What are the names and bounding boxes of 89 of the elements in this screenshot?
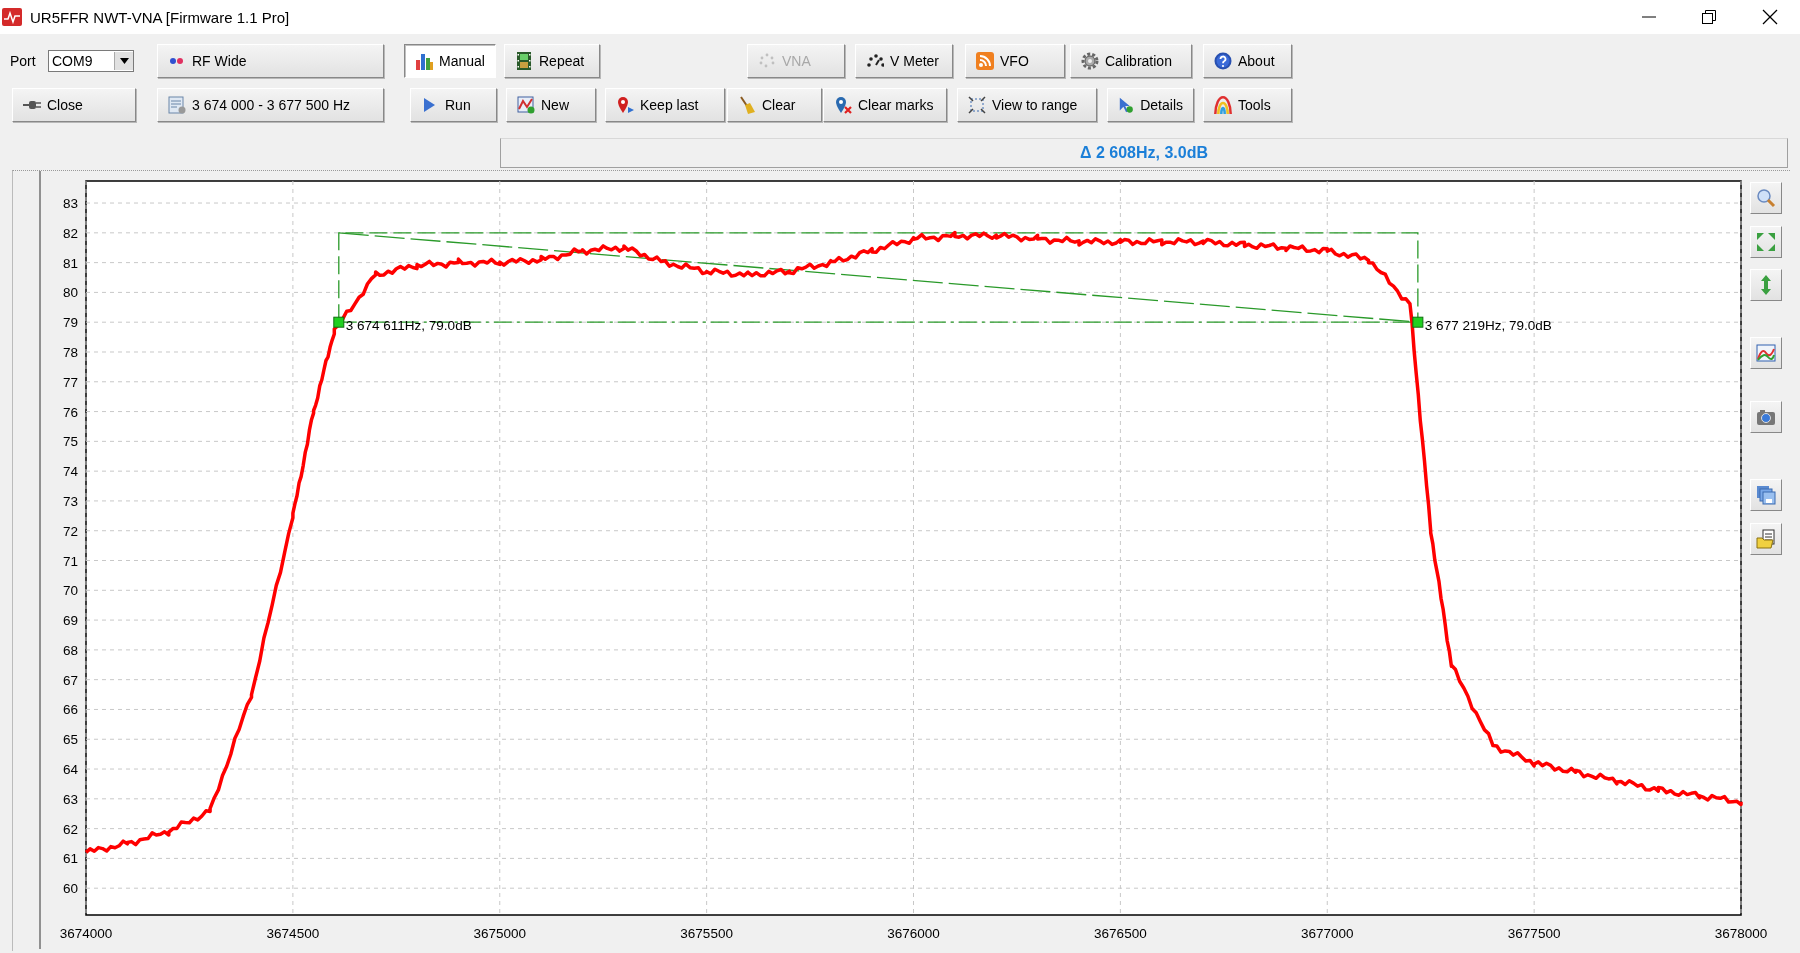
toolbar-button[interactable]: Manual: [404, 44, 496, 78]
x-tick-label: 3676000: [887, 926, 940, 941]
y-tick-label: 81: [62, 255, 78, 271]
marker-square[interactable]: [1412, 316, 1424, 328]
port-dropdown[interactable]: COM9: [48, 50, 134, 72]
y-tick-label: 68: [62, 642, 78, 658]
y-tick-label: 82: [62, 225, 78, 241]
side-tool-button[interactable]: [1750, 337, 1782, 369]
broom-icon: [738, 96, 756, 114]
y-tick-label: 75: [62, 434, 78, 450]
toolbar-button[interactable]: Repeat: [504, 44, 600, 78]
toolbar-button[interactable]: About: [1203, 44, 1292, 78]
x-tick-label: 3676500: [1094, 926, 1147, 941]
camera-icon: [1756, 407, 1776, 427]
toolbar-button[interactable]: Close: [12, 88, 136, 122]
copies-icon: [1756, 485, 1776, 505]
chart-icon: [517, 96, 535, 114]
toolbar-button[interactable]: New: [506, 88, 596, 122]
y-tick-label: 79: [62, 315, 78, 331]
x-tick-label: 3675000: [473, 926, 527, 941]
y-tick-label: 76: [62, 404, 78, 420]
x-tick-label: 3675500: [680, 926, 733, 941]
x-tick-label: 3677500: [1507, 926, 1561, 941]
gauge-icon: [866, 52, 884, 70]
caret-icon: [119, 58, 129, 64]
y-tick-label: 66: [62, 702, 78, 718]
y-tick-label: 69: [62, 613, 78, 629]
film-icon: [515, 52, 533, 70]
y-tick-label: 72: [62, 523, 78, 539]
dotted-circle-icon: [758, 52, 776, 70]
toolbar-button[interactable]: VFO: [965, 44, 1065, 78]
folder-document-icon: [1756, 529, 1776, 549]
close-icon[interactable]: [1762, 9, 1778, 25]
x-tick-label: 3677000: [1300, 926, 1354, 941]
side-tool-button[interactable]: [1750, 226, 1782, 258]
y-tick-label: 61: [62, 851, 78, 867]
side-tool-button[interactable]: [1750, 269, 1782, 301]
x-tick-label: 3674000: [59, 926, 113, 941]
y-tick-label: 62: [62, 821, 78, 837]
toolbar-button[interactable]: Details: [1107, 88, 1194, 122]
toolbar-button[interactable]: 3 674 000 - 3 677 500 Hz: [157, 88, 384, 122]
restore-icon[interactable]: [1702, 10, 1716, 24]
x-tick-label: 3678000: [1714, 926, 1768, 941]
port-label: Port: [10, 53, 37, 69]
y-tick-label: 70: [62, 583, 78, 599]
y-tick-label: 60: [62, 881, 78, 897]
y-tick-label: 67: [62, 672, 78, 688]
toolbar-button[interactable]: Calibration: [1070, 44, 1192, 78]
toolbar-button[interactable]: Clear marks: [823, 88, 947, 122]
y-tick-label: 83: [62, 196, 78, 212]
y-tick-label: 64: [62, 762, 78, 778]
y-tick-label: 74: [62, 464, 78, 480]
toolbar-button[interactable]: RF Wide: [157, 44, 384, 78]
zoom-icon: [1756, 188, 1776, 208]
y-tick-label: 63: [62, 791, 78, 807]
y-tick-label: 71: [62, 553, 78, 569]
map-pin-icon: [616, 96, 634, 114]
toolbar-button[interactable]: V Meter: [855, 44, 953, 78]
y-tick-label: 77: [62, 374, 78, 390]
side-tool-button[interactable]: [1750, 479, 1782, 511]
gear-icon: [1081, 52, 1099, 70]
toolbar-button[interactable]: View to range: [957, 88, 1097, 122]
expand-arrows-icon: [1756, 232, 1776, 252]
y-tick-label: 80: [62, 285, 78, 301]
marker-label: 3 674 611Hz, 79.0dB: [345, 318, 472, 334]
help-icon: [1214, 52, 1232, 70]
pin-x-icon: [834, 96, 852, 114]
frame-icon: [968, 96, 986, 114]
x-tick-label: 3674500: [266, 926, 320, 941]
chart-icon: [1756, 343, 1776, 363]
side-tool-button[interactable]: [1750, 523, 1782, 555]
y-tick-label: 78: [62, 345, 78, 360]
y-tick-label: 73: [62, 493, 78, 509]
side-tool-button[interactable]: [1750, 401, 1782, 433]
side-tool-button[interactable]: [1750, 182, 1782, 214]
toolbar-button[interactable]: Keep last: [605, 88, 725, 122]
toolbar-button[interactable]: Tools: [1203, 88, 1292, 122]
cursor-icon: [1118, 96, 1135, 114]
window-title: UR5FFR NWT-VNA [Firmware 1.1 Pro]: [30, 8, 291, 26]
rss-icon: [976, 52, 994, 70]
bar-chart-icon: [415, 52, 433, 70]
toolbar-button[interactable]: Clear: [727, 88, 822, 122]
toolbar-button[interactable]: Run: [410, 88, 497, 122]
marker-square[interactable]: [333, 316, 345, 328]
rainbow-icon: [1214, 96, 1232, 114]
document-icon: [168, 96, 186, 114]
delta-readout: Δ 2 608Hz, 3.0dB: [500, 138, 1788, 168]
marker-label: 3 677 219Hz, 79.0dB: [1424, 318, 1552, 334]
y-tick-label: 65: [62, 732, 78, 748]
